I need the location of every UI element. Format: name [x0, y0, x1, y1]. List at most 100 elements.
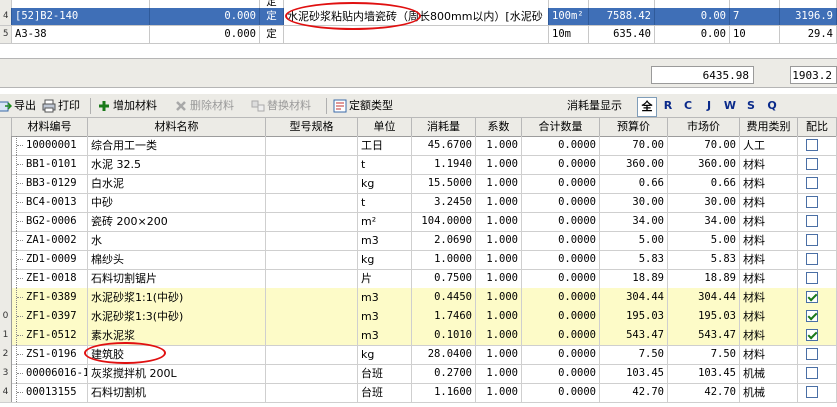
market-price-cell[interactable]: 30.00	[668, 193, 740, 212]
market-price-cell[interactable]: 5.83	[668, 250, 740, 269]
consumption-cell[interactable]: 1.0000	[412, 250, 476, 269]
quota-type-cell[interactable]: 定	[260, 8, 284, 25]
material-name-cell[interactable]: 水	[88, 231, 266, 250]
material-code-cell[interactable]: ZD1-0009	[12, 250, 88, 269]
ratio-cell[interactable]	[798, 231, 837, 250]
column-header-total-quantity[interactable]: 合计数量	[522, 118, 600, 136]
consumption-cell[interactable]: 1.1600	[412, 383, 476, 402]
ratio-checkbox[interactable]	[806, 253, 818, 265]
quota-qty-cell[interactable]: 0.000	[150, 26, 260, 43]
cost-category-cell[interactable]: 材料	[740, 288, 798, 307]
cost-category-cell[interactable]: 材料	[740, 212, 798, 231]
material-row[interactable]: ZE1-0018 石料切割锯片片 0.7500 1.000 0.0000 18.89 18.…	[0, 269, 837, 289]
material-name-cell[interactable]: 石料切割锯片	[88, 269, 266, 288]
material-unit-cell[interactable]: kg	[358, 174, 412, 193]
material-row[interactable]: 0 ZF1-0397 水泥砂浆1:3(中砂) m3 1.7460 1.000 0.0000 1…	[0, 307, 837, 327]
material-code-cell[interactable]: BG2-0006	[12, 212, 88, 231]
material-code-cell[interactable]: 10000001	[12, 136, 88, 155]
material-name-cell[interactable]: 灰浆搅拌机 200L	[88, 364, 266, 383]
quota-rowno-cell[interactable]: 5	[0, 26, 12, 43]
factor-cell[interactable]: 1.000	[476, 250, 522, 269]
budget-price-cell[interactable]: 34.00	[600, 212, 668, 231]
ratio-cell[interactable]	[798, 288, 837, 307]
material-unit-cell[interactable]: 台班	[358, 364, 412, 383]
total-quantity-cell[interactable]: 0.0000	[522, 250, 600, 269]
total-quantity-cell[interactable]: 0.0000	[522, 269, 600, 288]
consumption-cell[interactable]: 0.1010	[412, 326, 476, 345]
material-unit-cell[interactable]: kg	[358, 345, 412, 364]
material-row[interactable]: 4 00013155 石料切割机 台班 1.1600 1.000 0.0000 42.70 42…	[0, 383, 837, 403]
delete-material-button[interactable]: 删除材料	[172, 97, 246, 115]
cost-category-cell[interactable]: 材料	[740, 174, 798, 193]
budget-price-cell[interactable]: 18.89	[600, 269, 668, 288]
total-quantity-cell[interactable]: 0.0000	[522, 193, 600, 212]
material-code-cell[interactable]: ZF1-0389	[12, 288, 88, 307]
quota-code-cell[interactable]: [52]B2-140	[12, 8, 150, 25]
ratio-cell[interactable]	[798, 269, 837, 288]
ratio-checkbox[interactable]	[806, 139, 818, 151]
quota-unit-cell[interactable]: 10m	[549, 26, 589, 43]
cost-category-cell[interactable]: 机械	[740, 383, 798, 402]
material-code-cell[interactable]: ZA1-0002	[12, 231, 88, 250]
ratio-checkbox[interactable]	[806, 158, 818, 170]
ratio-checkbox[interactable]	[806, 215, 818, 227]
material-spec-cell[interactable]	[266, 136, 358, 155]
total-quantity-cell[interactable]: 0.0000	[522, 364, 600, 383]
market-price-cell[interactable]: 304.44	[668, 288, 740, 307]
material-code-cell[interactable]: BC4-0013	[12, 193, 88, 212]
print-button[interactable]: 打印	[40, 97, 86, 115]
cost-category-cell[interactable]: 材料	[740, 250, 798, 269]
material-code-cell[interactable]: 00013155	[12, 383, 88, 402]
column-header-material-code[interactable]: 材料编号	[12, 118, 88, 136]
consumption-cell[interactable]: 28.0400	[412, 345, 476, 364]
column-header-ratio[interactable]: 配比	[798, 118, 837, 136]
cost-category-cell[interactable]: 机械	[740, 364, 798, 383]
filter-button-6[interactable]: Q	[763, 97, 781, 115]
ratio-checkbox[interactable]	[806, 291, 818, 303]
budget-price-cell[interactable]: 5.00	[600, 231, 668, 250]
consumption-cell[interactable]: 104.0000	[412, 212, 476, 231]
quota-amount-cell[interactable]: 0.00	[655, 8, 730, 25]
quota-n-cell[interactable]: 10	[730, 26, 780, 43]
factor-cell[interactable]: 1.000	[476, 383, 522, 402]
column-header-material-spec[interactable]: 型号规格	[266, 118, 358, 136]
market-price-cell[interactable]: 103.45	[668, 364, 740, 383]
add-material-button[interactable]: 增加材料	[95, 97, 169, 115]
market-price-cell[interactable]: 7.50	[668, 345, 740, 364]
column-header-consumption[interactable]: 消耗量	[412, 118, 476, 136]
filter-button-1[interactable]: R	[659, 97, 677, 115]
cost-category-cell[interactable]: 材料	[740, 231, 798, 250]
market-price-cell[interactable]: 34.00	[668, 212, 740, 231]
factor-cell[interactable]: 1.000	[476, 231, 522, 250]
material-code-cell[interactable]: ZF1-0512	[12, 326, 88, 345]
material-row[interactable]: BC4-0013 中砂 t 3.2450 1.000 0.0000 30.00 30.00 材料	[0, 193, 837, 213]
consumption-cell[interactable]: 0.7500	[412, 269, 476, 288]
material-spec-cell[interactable]	[266, 383, 358, 402]
material-spec-cell[interactable]	[266, 288, 358, 307]
market-price-cell[interactable]: 543.47	[668, 326, 740, 345]
budget-price-cell[interactable]: 543.47	[600, 326, 668, 345]
quota-amount-cell[interactable]: 0.00	[655, 26, 730, 43]
column-header-budget-price[interactable]: 预算价	[600, 118, 668, 136]
material-spec-cell[interactable]	[266, 212, 358, 231]
ratio-cell[interactable]	[798, 212, 837, 231]
ratio-checkbox[interactable]	[806, 234, 818, 246]
cost-category-cell[interactable]: 材料	[740, 269, 798, 288]
material-name-cell[interactable]: 中砂	[88, 193, 266, 212]
consumption-cell[interactable]: 0.4450	[412, 288, 476, 307]
factor-cell[interactable]: 1.000	[476, 136, 522, 155]
ratio-checkbox[interactable]	[806, 177, 818, 189]
budget-price-cell[interactable]: 304.44	[600, 288, 668, 307]
material-row[interactable]: ZF1-0389 水泥砂浆1:1(中砂) m3 0.4450 1.000 0.0000 30…	[0, 288, 837, 308]
material-code-cell[interactable]: BB1-0101	[12, 155, 88, 174]
quota-total-cell[interactable]: 29.4	[780, 26, 837, 43]
market-price-cell[interactable]: 5.00	[668, 231, 740, 250]
quota-rowno-cell[interactable]: 4	[0, 8, 12, 25]
consumption-cell[interactable]: 1.1940	[412, 155, 476, 174]
market-price-cell[interactable]: 0.66	[668, 174, 740, 193]
cost-category-cell[interactable]: 材料	[740, 326, 798, 345]
consumption-cell[interactable]: 15.5000	[412, 174, 476, 193]
material-spec-cell[interactable]	[266, 155, 358, 174]
budget-price-cell[interactable]: 30.00	[600, 193, 668, 212]
material-name-cell[interactable]: 综合用工一类	[88, 136, 266, 155]
